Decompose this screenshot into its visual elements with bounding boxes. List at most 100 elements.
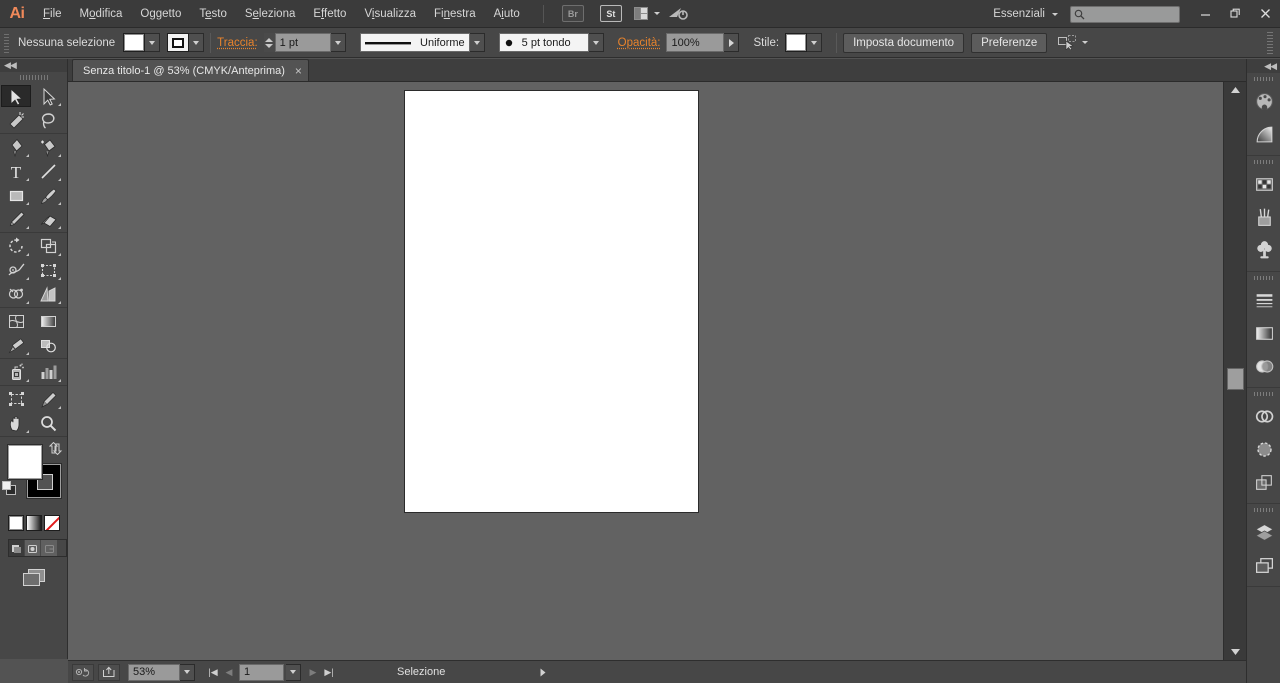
transparency-panel-icon[interactable] [1247,350,1280,383]
rectangle-tool[interactable] [1,184,31,206]
scale-tool[interactable] [33,235,63,257]
lasso-tool[interactable] [33,109,63,131]
default-fill-stroke-icon[interactable] [2,481,17,499]
swap-fill-stroke-icon[interactable] [49,442,63,458]
workspace-switcher[interactable]: Essenziali [985,4,1066,24]
color-mode-button[interactable] [8,515,24,531]
gradient-mode-button[interactable] [26,515,42,531]
stroke-weight-label[interactable]: Traccia: [217,37,257,49]
opacity-label[interactable]: Opacità: [618,37,661,49]
brushes-panel-icon[interactable] [1247,201,1280,234]
document-setup-button[interactable]: Imposta documento [843,33,964,53]
vertical-scrollbar[interactable] [1223,82,1246,660]
artboard-number-field[interactable]: 1 [239,664,284,681]
menu-visualizza[interactable]: Visualizza [355,0,425,28]
paintbrush-tool[interactable] [33,184,63,206]
menu-aiuto[interactable]: Aiuto [485,0,529,28]
blend-tool[interactable] [33,334,63,356]
chevron-down-icon[interactable] [654,12,660,15]
tool-flyout-indicator[interactable] [26,301,29,304]
artboard-tool[interactable] [1,388,31,410]
tool-flyout-indicator[interactable] [26,202,29,205]
tool-flyout-indicator[interactable] [58,379,61,382]
stroke-weight-field[interactable]: 1 pt [275,33,331,52]
fill-dropdown-button[interactable] [145,33,160,52]
expand-panels-icon[interactable]: ◀◀ [1264,61,1276,72]
canvas-area[interactable] [68,82,1223,660]
gradient-tool[interactable] [33,310,63,332]
tool-flyout-indicator[interactable] [58,301,61,304]
tool-flyout-indicator[interactable] [58,202,61,205]
dock-group-gripper[interactable] [1247,504,1280,516]
perspective-grid-tool[interactable] [33,283,63,305]
tool-flyout-indicator[interactable] [26,277,29,280]
first-artboard-button[interactable]: |◀ [205,664,221,681]
transform-panel-icon[interactable] [1247,466,1280,499]
collapse-tools-icon[interactable]: ◀◀ [4,60,16,71]
preferences-button[interactable]: Preferenze [971,33,1047,53]
tool-flyout-indicator[interactable] [58,178,61,181]
zoom-dropdown-button[interactable] [180,664,195,681]
opacity-field[interactable]: 100% [666,33,724,52]
menu-modifica[interactable]: Modifica [71,0,132,28]
stroke-color-control[interactable] [167,33,204,52]
stroke-swatch[interactable] [167,33,189,52]
arrange-documents-icon[interactable] [634,7,660,21]
add-anchor-point-tool[interactable] [33,136,63,158]
color-panel-icon[interactable] [1247,85,1280,118]
status-menu-icon[interactable] [535,664,551,681]
previous-artboard-button[interactable]: ◀ [221,664,237,681]
dock-group-gripper[interactable] [1247,272,1280,284]
symbol-sprayer-tool[interactable] [1,361,31,383]
tool-flyout-indicator[interactable] [58,154,61,157]
fill-swatch[interactable] [123,33,145,52]
magic-wand-tool[interactable] [1,109,31,131]
search-input[interactable] [1070,6,1180,23]
status-text[interactable]: Selezione [397,666,445,678]
creative-cloud-icon[interactable] [668,6,688,22]
change-screen-mode-icon[interactable] [0,567,67,589]
zoom-level-field[interactable]: 53% [128,664,180,681]
tool-flyout-indicator[interactable] [26,253,29,256]
align-panel-icon[interactable] [1247,433,1280,466]
mesh-tool[interactable] [1,310,31,332]
eraser-tool[interactable] [33,208,63,230]
layers-panel-icon[interactable] [1247,516,1280,549]
artboards-panel-icon[interactable] [1247,549,1280,582]
share-on-behance-icon[interactable] [98,664,120,681]
tool-flyout-indicator[interactable] [58,103,61,106]
stroke-dropdown-button[interactable] [189,33,204,52]
gradient-panel-icon[interactable] [1247,317,1280,350]
shape-builder-tool[interactable] [1,283,31,305]
graphic-style-control[interactable] [785,33,822,52]
none-mode-button[interactable] [44,515,60,531]
zoom-control[interactable]: 53% [128,664,195,681]
graphic-style-dropdown[interactable] [807,33,822,52]
screen-mode-normal[interactable] [9,540,25,556]
stroke-panel-icon[interactable] [1247,284,1280,317]
opacity-popup-button[interactable] [724,33,739,52]
dock-group-gripper[interactable] [1247,156,1280,168]
tool-flyout-indicator[interactable] [58,226,61,229]
tool-flyout-indicator[interactable] [58,406,61,409]
menu-testo[interactable]: Testo [190,0,236,28]
fill-color-box[interactable] [8,445,42,479]
stock-icon[interactable]: St [600,5,622,22]
eyedropper-tool[interactable] [1,334,31,356]
select-similar-objects-icon[interactable] [1058,35,1078,50]
slice-tool[interactable] [33,388,63,410]
menu-file[interactable]: File [34,0,71,28]
scroll-down-icon[interactable] [1224,644,1246,660]
stroke-profile-control[interactable]: Uniforme [360,33,485,52]
select-similar-objects-control[interactable] [1058,35,1088,50]
artboard[interactable] [404,90,699,513]
document-tab[interactable]: Senza titolo-1 @ 53% (CMYK/Anteprima) × [72,59,309,81]
hand-tool[interactable] [1,412,31,434]
selection-tool[interactable] [1,85,31,107]
artboard-dropdown-button[interactable] [286,664,301,681]
tool-flyout-indicator[interactable] [26,154,29,157]
menu-finestra[interactable]: Finestra [425,0,485,28]
width-tool[interactable] [1,259,31,281]
line-segment-tool[interactable] [33,160,63,182]
pen-tool[interactable] [1,136,31,158]
